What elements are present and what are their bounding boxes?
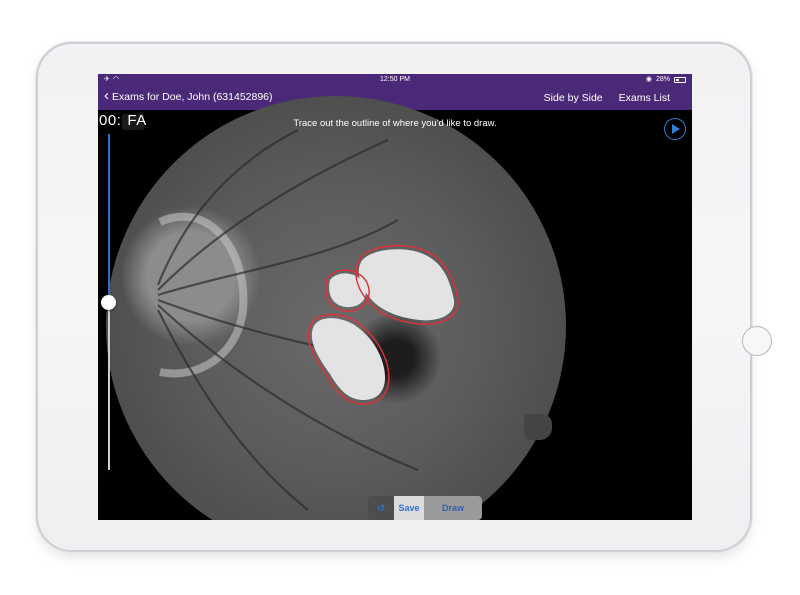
undo-button[interactable]: ↺	[368, 496, 394, 520]
battery-icon	[674, 77, 686, 83]
save-button[interactable]: Save	[394, 496, 424, 520]
retinal-vessels	[156, 129, 419, 511]
status-bar: ✈◠ 12:50 PM ◉ 28%	[98, 74, 692, 86]
chevron-left-icon: ‹	[104, 87, 109, 104]
draw-button[interactable]: Draw	[424, 496, 482, 520]
exams-list-button[interactable]: Exams List	[619, 92, 670, 104]
instruction-text: Trace out the outline of where you'd lik…	[293, 118, 497, 129]
status-time: 12:50 PM	[380, 76, 410, 83]
frame-slider-fill	[108, 134, 110, 302]
home-button[interactable]	[742, 326, 772, 356]
app-screen: ✈◠ 12:50 PM ◉ 28% ‹ Exams for Doe, John …	[98, 74, 692, 520]
image-annotation-overlay	[156, 129, 459, 511]
exam-timer: 00:	[99, 112, 122, 129]
exam-label: 00: FA	[99, 112, 147, 129]
optic-disc-ring	[158, 212, 248, 378]
frame-slider-knob[interactable]	[101, 295, 116, 310]
lesions	[311, 249, 455, 400]
exam-type: FA	[127, 112, 147, 129]
image-viewer[interactable]: Trace out the outline of where you'd lik…	[98, 96, 692, 520]
side-by-side-button[interactable]: Side by Side	[544, 92, 603, 104]
drawing-toolbar: ↺ Save Draw	[368, 496, 482, 520]
undo-icon: ↺	[377, 502, 385, 513]
rotation-lock-icon: ◉	[645, 76, 652, 83]
nav-actions: Side by Side Exams List	[544, 92, 670, 104]
status-icons-right: ◉ 28%	[646, 74, 686, 86]
battery-percent: 28%	[655, 76, 670, 83]
back-label: Exams for Doe, John (631452896)	[112, 91, 273, 103]
back-button[interactable]: ‹ Exams for Doe, John (631452896)	[104, 87, 273, 104]
play-icon[interactable]	[664, 118, 686, 140]
